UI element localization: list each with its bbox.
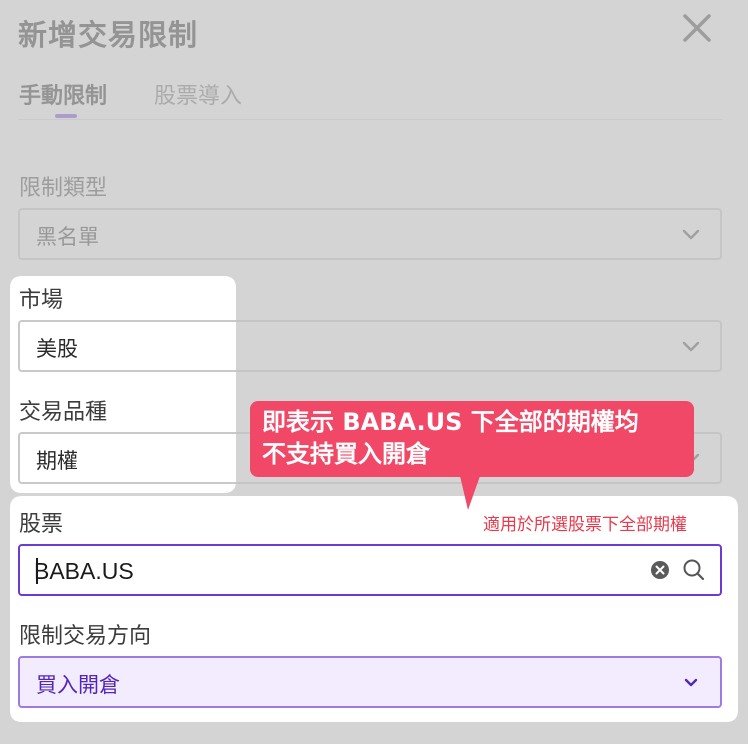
stock-search-input[interactable]: BABA.US [18,544,722,596]
restriction-type-select[interactable]: 黑名單 [18,208,722,260]
annotation-note: 適用於所選股票下全部期權 [483,515,687,535]
stock-search-value: BABA.US [34,558,134,584]
direction-value: 買入開倉 [36,673,120,697]
annotation-callout: 即表示 BABA.US 下全部的期權均 不支持買入開倉 [250,401,694,477]
dialog-title: 新增交易限制 [18,18,199,52]
chevron-down-icon [682,227,700,241]
search-icon[interactable] [682,558,706,582]
clear-icon[interactable] [650,560,670,580]
market-label: 市場 [19,288,64,313]
chevron-down-icon [682,675,700,689]
restriction-type-label: 限制類型 [19,176,108,201]
market-value: 美股 [36,337,78,361]
callout-line-1: 即表示 BABA.US 下全部的期權均 [262,408,639,436]
tab-stock-import[interactable]: 股票導入 [154,78,242,110]
close-icon[interactable] [680,11,714,45]
add-trade-restriction-dialog: 新增交易限制 手動限制 股票導入 限制類型 黑名單 市場 美股 交易品種 期權 … [0,0,748,744]
stock-label: 股票 [19,512,64,537]
tab-divider [18,119,722,120]
product-type-value: 期權 [36,449,78,473]
product-type-label: 交易品種 [19,400,108,425]
callout-line-2: 不支持買入開倉 [262,440,430,468]
direction-label: 限制交易方向 [19,624,152,649]
tab-manual-restriction[interactable]: 手動限制 [19,78,107,110]
callout-tail [460,476,480,512]
restriction-type-value: 黑名單 [36,225,99,249]
active-tab-indicator [55,114,77,118]
direction-select[interactable]: 買入開倉 [18,656,722,708]
chevron-down-icon [682,339,700,353]
market-select[interactable]: 美股 [18,320,722,372]
